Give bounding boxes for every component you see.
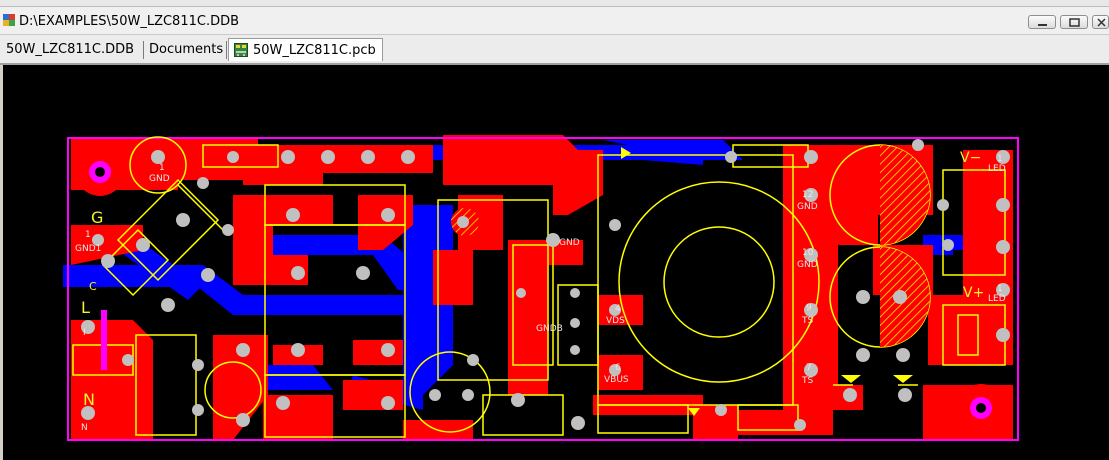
pad-label: GND <box>149 174 170 184</box>
pad-label: 6 <box>615 363 621 373</box>
pcb-document-icon <box>234 43 248 57</box>
pad-label: TS <box>801 316 813 326</box>
pad-label: I <box>83 328 86 338</box>
pad-label: VBUS <box>604 375 629 385</box>
pad-label: VDS <box>606 316 625 326</box>
title-bar-top-edge <box>0 0 1109 7</box>
minimize-icon <box>1038 24 1047 26</box>
pad-label: 10 <box>802 248 814 258</box>
app-icon <box>3 14 15 26</box>
tab-label: 50W_LZC811C.pcb <box>253 43 376 58</box>
close-button[interactable] <box>1092 15 1109 29</box>
silk-label: V− <box>960 150 981 166</box>
silk-label: C <box>89 280 97 293</box>
tab-label: Documents <box>149 42 224 57</box>
pad-label: GND1 <box>75 244 101 254</box>
maximize-button[interactable] <box>1060 15 1088 29</box>
pad-label: 1 <box>85 230 91 240</box>
tab-label: 50W_LZC811C.DDB <box>6 42 135 57</box>
tab-separator <box>143 41 144 59</box>
pad-label: 7 <box>806 363 812 373</box>
pad-label: LED <box>988 164 1006 174</box>
pad-label: 12 <box>802 190 813 200</box>
pad-label: 1 <box>997 154 1003 164</box>
tab-separator <box>226 41 227 59</box>
silk-label: V+ <box>963 285 984 301</box>
tab-project-ddb[interactable]: 50W_LZC811C.DDB <box>2 38 138 61</box>
minimize-button[interactable] <box>1028 15 1056 29</box>
pad-label: TS <box>801 376 813 386</box>
close-icon <box>1097 18 1106 27</box>
pad-label: GND <box>797 202 818 212</box>
title-bar: D:\EXAMPLES\50W_LZC811C.DDB <box>0 0 1109 35</box>
pcb-canvas[interactable]: 1 GND G 1 GND1 L N N I C V− 1 LED V+ 1 L… <box>3 65 1109 460</box>
silk-label: G <box>91 208 103 227</box>
window-title: D:\EXAMPLES\50W_LZC811C.DDB <box>19 14 240 29</box>
jumper-wire <box>101 310 107 370</box>
pad-label: 4 <box>615 304 621 314</box>
pad-label: GND <box>797 260 818 270</box>
document-tab-bar: 50W_LZC811C.DDB Documents 50W_LZC811C.pc… <box>0 35 1109 65</box>
tab-documents[interactable]: Documents <box>145 38 227 61</box>
tab-pcb-document[interactable]: 50W_LZC811C.pcb <box>228 38 383 61</box>
maximize-icon <box>1069 18 1080 27</box>
pad-label: 1 <box>997 284 1003 294</box>
pad-label: GNDB <box>536 324 563 334</box>
pad-label: GND <box>559 238 580 248</box>
pad-label: LED <box>988 294 1006 304</box>
silk-label: N <box>83 390 95 409</box>
pad-label: N <box>81 423 88 433</box>
pcb-board-drawing: 1 GND G 1 GND1 L N N I C V− 1 LED V+ 1 L… <box>63 135 1019 441</box>
pad-label: 1 <box>159 163 165 173</box>
silk-label: L <box>81 298 90 317</box>
pad-label: 9 <box>806 303 812 313</box>
